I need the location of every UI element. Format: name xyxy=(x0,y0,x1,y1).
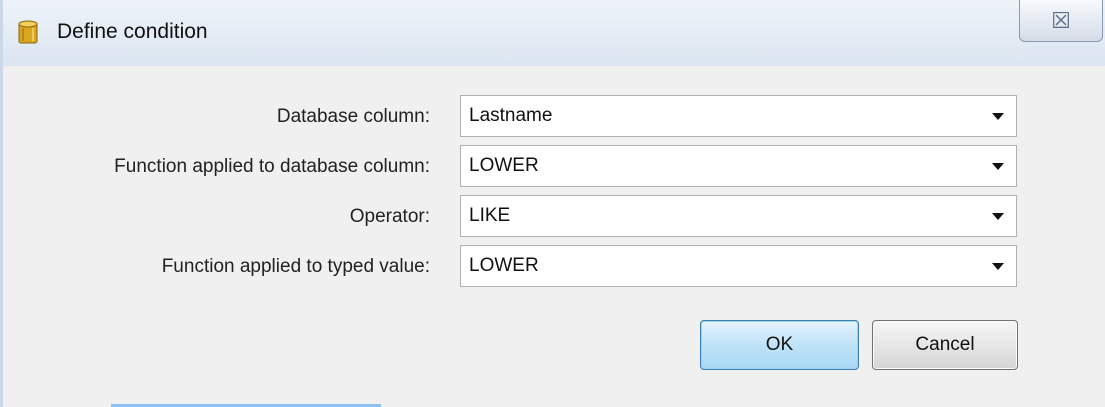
function-column-label: Function applied to database column: xyxy=(114,156,430,177)
define-condition-dialog: Define condition ☒ Database column: Last… xyxy=(0,0,1105,407)
close-button[interactable]: ☒ xyxy=(1019,0,1103,42)
dialog-title: Define condition xyxy=(57,20,208,43)
title-bar[interactable]: Define condition ☒ xyxy=(3,0,1105,66)
close-icon: ☒ xyxy=(1051,7,1071,33)
database-icon xyxy=(18,20,38,44)
operator-dropdown[interactable]: LIKE xyxy=(460,195,1017,237)
chevron-down-icon xyxy=(992,163,1004,170)
chevron-down-icon xyxy=(992,263,1004,270)
function-column-value: LOWER xyxy=(469,155,539,176)
database-column-dropdown[interactable]: Lastname xyxy=(460,95,1017,137)
function-typed-value-dropdown[interactable]: LOWER xyxy=(460,245,1017,287)
chevron-down-icon xyxy=(992,213,1004,220)
database-column-label: Database column: xyxy=(276,106,430,127)
function-column-dropdown[interactable]: LOWER xyxy=(460,145,1017,187)
dialog-body: Database column: Lastname Function appli… xyxy=(3,66,1105,407)
function-typed-value-label: Function applied to typed value: xyxy=(161,256,430,277)
ok-button[interactable]: OK xyxy=(700,320,859,370)
chevron-down-icon xyxy=(992,113,1004,120)
function-typed-value-value: LOWER xyxy=(469,255,539,276)
database-column-value: Lastname xyxy=(469,105,553,126)
cancel-button[interactable]: Cancel xyxy=(872,320,1018,370)
operator-label: Operator: xyxy=(349,206,430,227)
operator-value: LIKE xyxy=(469,205,511,226)
